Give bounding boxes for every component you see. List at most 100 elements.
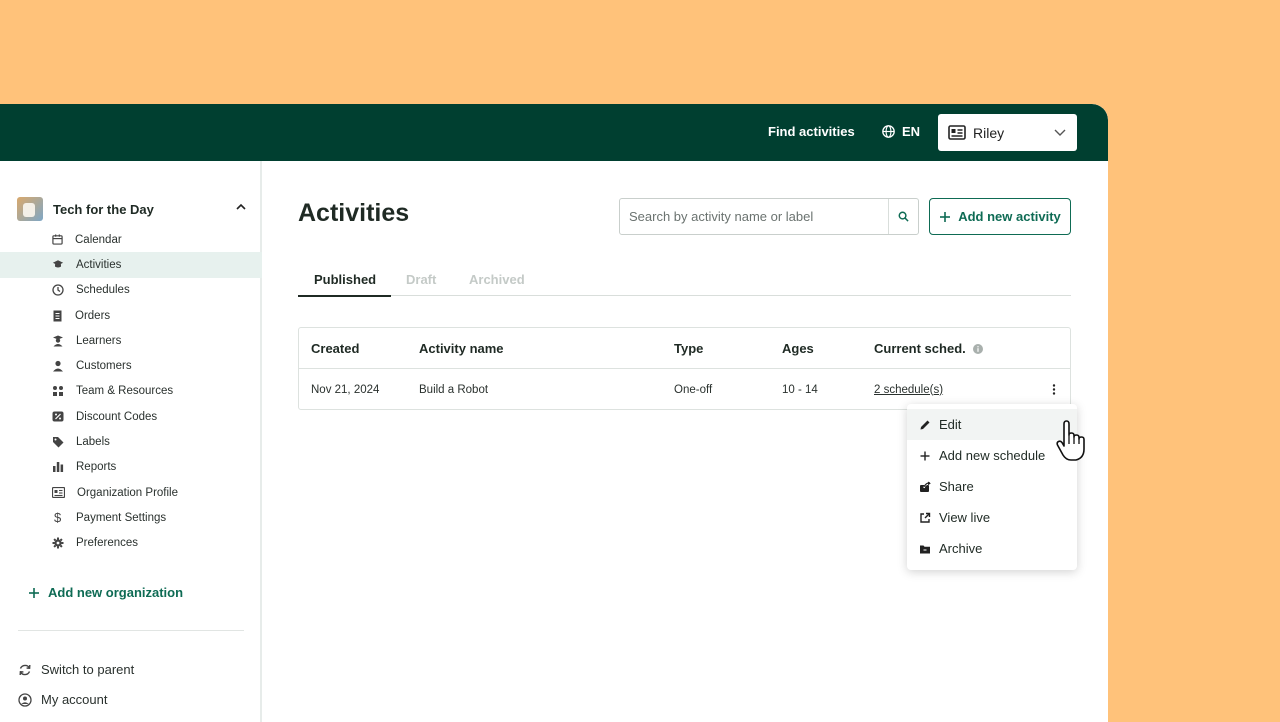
profile-card-icon bbox=[948, 124, 966, 140]
add-new-activity-label: Add new activity bbox=[958, 209, 1061, 224]
search-input[interactable] bbox=[620, 199, 888, 234]
sidebar-item-customers[interactable]: Customers bbox=[0, 353, 262, 378]
menu-item-archive[interactable]: Archive bbox=[907, 533, 1077, 564]
menu-item-label: Share bbox=[939, 479, 974, 494]
sidebar: Tech for the Day Calendar Activities Sch… bbox=[0, 161, 262, 722]
column-header-type[interactable]: Type bbox=[674, 328, 703, 369]
sidebar-item-label: Payment Settings bbox=[76, 511, 167, 524]
sidebar-item-label: Team & Resources bbox=[76, 385, 174, 398]
plus-icon bbox=[940, 211, 951, 222]
menu-item-label: Add new schedule bbox=[939, 448, 1046, 463]
sidebar-item-team-resources[interactable]: Team & Resources bbox=[0, 379, 262, 404]
column-header-label: Current sched. bbox=[874, 341, 966, 356]
tab-draft[interactable]: Draft bbox=[406, 272, 436, 287]
plus-icon bbox=[29, 587, 39, 598]
search-button[interactable] bbox=[888, 199, 918, 234]
sidebar-item-learners[interactable]: Learners bbox=[0, 328, 262, 353]
tab-published[interactable]: Published bbox=[314, 272, 376, 287]
chevron-up-icon[interactable] bbox=[235, 201, 247, 213]
share-icon bbox=[920, 481, 931, 492]
page-title: Activities bbox=[298, 199, 410, 227]
tag-icon bbox=[53, 437, 64, 448]
sidebar-item-discount-codes[interactable]: Discount Codes bbox=[0, 404, 262, 429]
menu-item-add-new-schedule[interactable]: Add new schedule bbox=[907, 440, 1077, 471]
globe-icon bbox=[882, 125, 895, 138]
add-organization-label: Add new organization bbox=[48, 585, 184, 600]
row-actions-menu: Edit Add new schedule Share View live Ar… bbox=[907, 404, 1077, 570]
sidebar-item-label: Discount Codes bbox=[76, 410, 158, 423]
bar-chart-icon bbox=[53, 462, 64, 473]
sidebar-item-payment-settings[interactable]: $ Payment Settings bbox=[0, 505, 262, 530]
sidebar-item-label: Calendar bbox=[75, 233, 122, 246]
org-name: Tech for the Day bbox=[53, 201, 154, 217]
clock-icon bbox=[52, 284, 64, 296]
menu-item-label: Edit bbox=[939, 417, 962, 432]
receipt-icon bbox=[53, 310, 62, 322]
my-account-label: My account bbox=[41, 692, 108, 707]
sidebar-nav: Calendar Activities Schedules Orders Lea… bbox=[0, 227, 262, 556]
switch-to-parent-link[interactable]: Switch to parent bbox=[18, 662, 134, 677]
add-organization-button[interactable]: Add new organization bbox=[28, 585, 183, 600]
svg-text:$: $ bbox=[54, 511, 62, 524]
top-navbar: Find activities EN Riley bbox=[0, 104, 1108, 161]
team-icon bbox=[53, 386, 63, 397]
sidebar-item-organization-profile[interactable]: Organization Profile bbox=[0, 480, 262, 505]
status-tabs: Published Draft Archived bbox=[298, 264, 1071, 297]
add-new-activity-button[interactable]: Add new activity bbox=[929, 198, 1071, 235]
sidebar-item-label: Schedules bbox=[76, 284, 130, 297]
cell-created: Nov 21, 2024 bbox=[311, 383, 380, 396]
sidebar-item-label: Activities bbox=[76, 258, 122, 271]
menu-item-share[interactable]: Share bbox=[907, 471, 1077, 502]
sidebar-item-labels[interactable]: Labels bbox=[0, 429, 262, 454]
calendar-icon bbox=[52, 234, 63, 245]
sidebar-item-calendar[interactable]: Calendar bbox=[0, 227, 262, 252]
search-box bbox=[619, 198, 919, 235]
gear-icon bbox=[52, 537, 64, 549]
find-activities-link[interactable]: Find activities bbox=[768, 124, 855, 139]
plus-icon bbox=[920, 451, 930, 460]
archive-folder-icon bbox=[920, 545, 930, 553]
cell-type: One-off bbox=[674, 383, 713, 396]
account-circle-icon bbox=[18, 692, 32, 707]
menu-item-view-live[interactable]: View live bbox=[907, 502, 1077, 533]
external-link-icon bbox=[920, 512, 931, 523]
pencil-icon bbox=[920, 420, 930, 429]
table-header: Created Activity name Type Ages Current … bbox=[299, 328, 1070, 369]
id-card-icon bbox=[52, 487, 65, 499]
tab-archived[interactable]: Archived bbox=[469, 272, 525, 287]
language-selector[interactable]: EN bbox=[882, 124, 920, 139]
sidebar-item-label: Learners bbox=[76, 334, 122, 347]
column-header-ages[interactable]: Ages bbox=[782, 328, 814, 369]
sidebar-item-activities[interactable]: Activities bbox=[0, 252, 262, 278]
user-dropdown[interactable]: Riley bbox=[938, 114, 1077, 151]
sidebar-item-label: Customers bbox=[76, 360, 132, 373]
sidebar-item-label: Orders bbox=[75, 309, 111, 322]
org-header[interactable]: Tech for the Day bbox=[17, 197, 247, 221]
sidebar-item-reports[interactable]: Reports bbox=[0, 455, 262, 480]
person-icon bbox=[53, 361, 63, 372]
user-name: Riley bbox=[973, 124, 1005, 141]
sidebar-item-orders[interactable]: Orders bbox=[0, 303, 262, 328]
more-vertical-icon bbox=[1052, 384, 1056, 395]
column-header-activity-name[interactable]: Activity name bbox=[419, 328, 504, 369]
sidebar-divider bbox=[18, 630, 244, 631]
sidebar-item-schedules[interactable]: Schedules bbox=[0, 278, 262, 303]
my-account-link[interactable]: My account bbox=[18, 692, 107, 707]
sidebar-item-label: Preferences bbox=[76, 537, 139, 550]
activities-table: Created Activity name Type Ages Current … bbox=[298, 327, 1071, 410]
sidebar-item-label: Reports bbox=[76, 461, 117, 474]
column-header-current-schedule[interactable]: Current sched. bbox=[874, 328, 983, 369]
discount-icon bbox=[52, 411, 64, 422]
hand-pointer-cursor-icon bbox=[1056, 420, 1085, 461]
menu-item-edit[interactable]: Edit bbox=[907, 409, 1077, 440]
column-header-created[interactable]: Created bbox=[311, 328, 359, 369]
cell-activity-name[interactable]: Build a Robot bbox=[419, 369, 488, 410]
sidebar-item-preferences[interactable]: Preferences bbox=[0, 531, 262, 556]
dollar-icon: $ bbox=[54, 511, 62, 524]
learner-icon bbox=[53, 335, 63, 347]
info-icon[interactable] bbox=[972, 343, 983, 354]
language-label: EN bbox=[902, 124, 921, 139]
search-icon bbox=[898, 211, 909, 222]
schedules-link[interactable]: 2 schedule(s) bbox=[874, 384, 943, 396]
switch-to-parent-label: Switch to parent bbox=[41, 662, 135, 677]
